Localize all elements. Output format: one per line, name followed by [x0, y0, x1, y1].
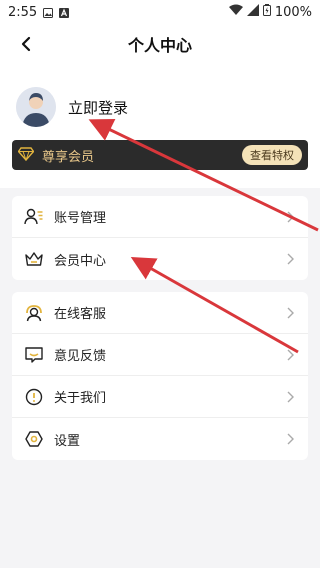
app-header: 个人中心: [0, 24, 320, 64]
settings-icon: [24, 429, 44, 449]
menu-item-settings[interactable]: 设置: [12, 418, 308, 460]
menu-label: 设置: [54, 433, 81, 449]
info-icon: [24, 387, 44, 407]
chevron-right-icon: [284, 433, 296, 445]
chevron-right-icon: [284, 391, 296, 403]
menu-label: 在线客服: [54, 307, 107, 322]
chevron-right-icon: [284, 307, 296, 319]
login-row[interactable]: 立即登录: [16, 86, 128, 128]
view-privileges-button[interactable]: 查看特权: [242, 145, 302, 165]
menu-label: 会员中心: [54, 253, 107, 269]
menu-item-feedback[interactable]: 意见反馈: [12, 334, 308, 376]
status-bar: 2:55 100%: [0, 0, 320, 24]
notification-a-icon: [59, 7, 70, 18]
account-manage-icon: [24, 207, 44, 227]
feedback-icon: [24, 345, 44, 365]
battery-icon: [262, 4, 271, 20]
battery-percent: 100%: [274, 4, 312, 20]
diamond-icon: [17, 146, 35, 165]
profile-section: 立即登录 尊享会员 查看特权: [0, 64, 320, 188]
vip-banner[interactable]: 尊享会员 查看特权: [12, 140, 308, 170]
signal-icon: [246, 4, 259, 20]
chevron-right-icon: [284, 253, 296, 265]
menu-label: 意见反馈: [54, 349, 107, 364]
vip-label: 尊享会员: [42, 149, 95, 165]
login-link[interactable]: 立即登录: [68, 97, 128, 118]
menu-card-support: 在线客服 意见反馈 关于我们 设置: [12, 292, 308, 460]
menu-item-online-service[interactable]: 在线客服: [12, 292, 308, 334]
page-title: 个人中心: [127, 36, 192, 55]
avatar[interactable]: [16, 87, 56, 127]
back-button[interactable]: [14, 32, 38, 56]
menu-card-account: 账号管理 会员中心: [12, 196, 308, 280]
menu-item-member-center[interactable]: 会员中心: [12, 238, 308, 280]
status-bar-left: 2:55: [8, 4, 70, 20]
status-bar-right: 100%: [228, 4, 312, 20]
menu-item-account-management[interactable]: 账号管理: [12, 196, 308, 238]
chevron-right-icon: [284, 211, 296, 223]
chevron-right-icon: [284, 349, 296, 361]
customer-service-icon: [24, 303, 44, 323]
status-time: 2:55: [8, 4, 38, 20]
crown-icon: [24, 249, 44, 269]
wifi-icon: [228, 4, 243, 20]
gallery-icon: [43, 7, 54, 18]
menu-item-about-us[interactable]: 关于我们: [12, 376, 308, 418]
menu-label: 账号管理: [54, 211, 107, 226]
menu-label: 关于我们: [54, 391, 107, 406]
chevron-left-icon: [21, 36, 31, 52]
